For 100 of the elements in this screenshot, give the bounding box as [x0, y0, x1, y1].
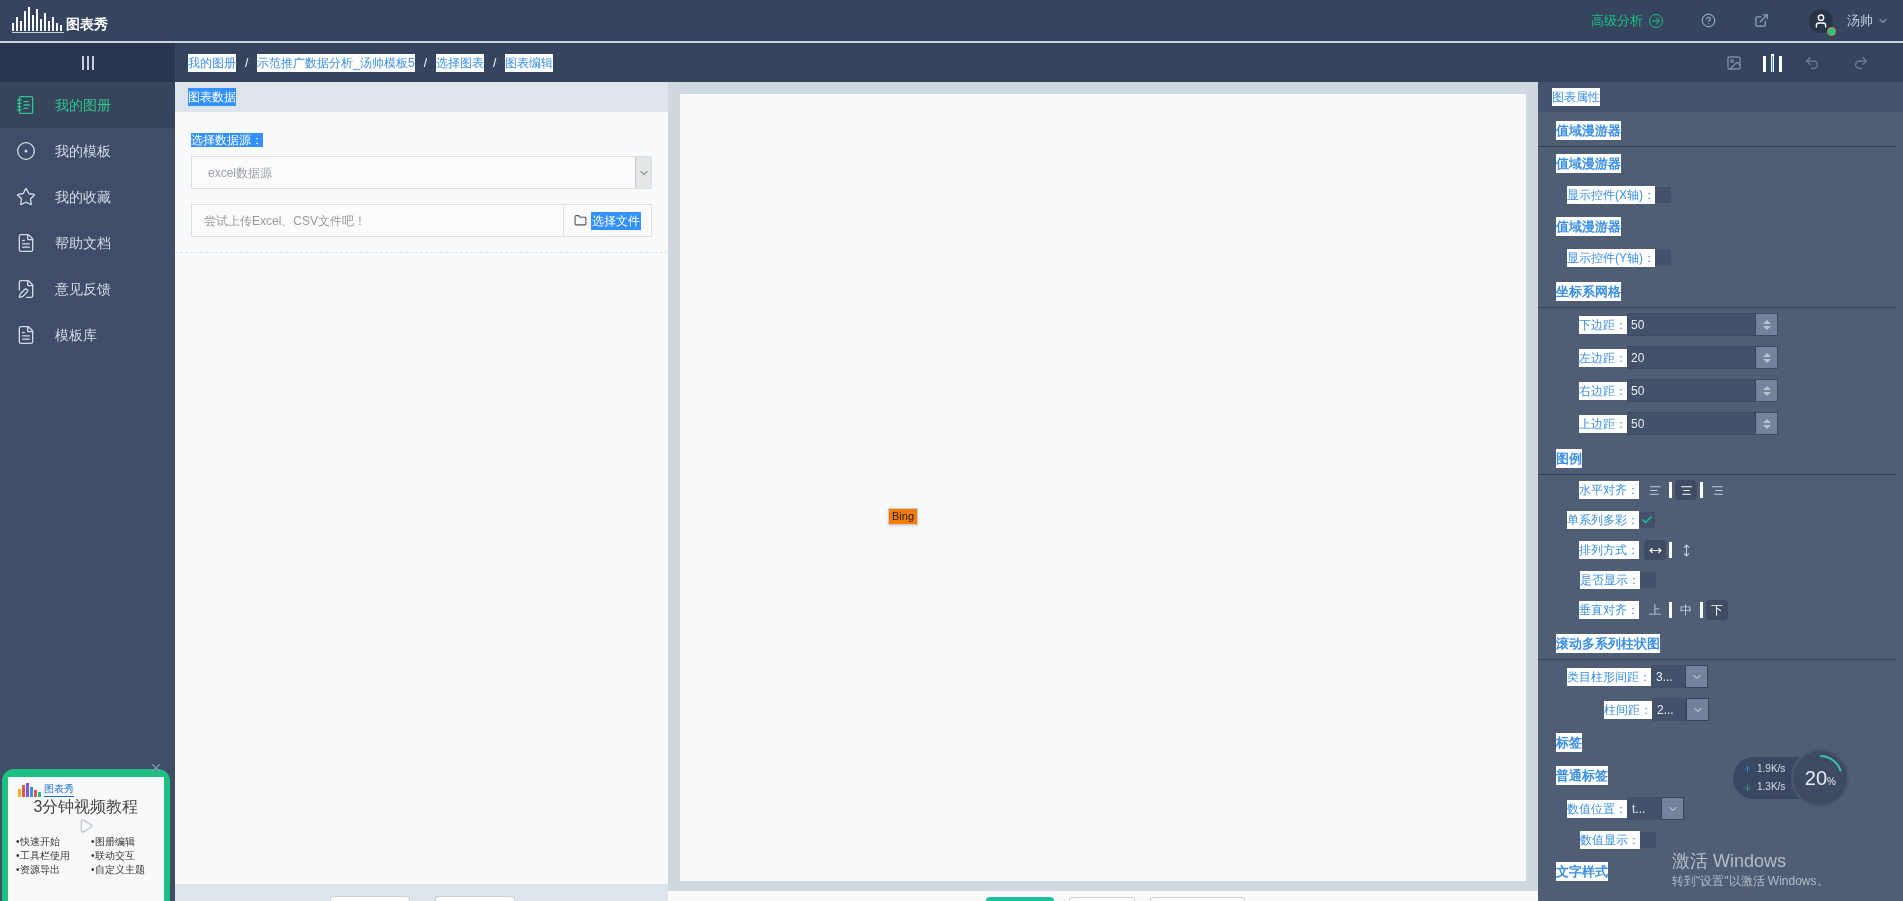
section-title: 坐标系网格: [1556, 281, 1621, 301]
upload-speed: 1.9K/s: [1757, 762, 1786, 776]
star-icon: [16, 187, 36, 207]
number-field[interactable]: 50: [1627, 313, 1778, 336]
tutorial-link[interactable]: •自定义主题: [91, 863, 160, 877]
advanced-analysis-link[interactable]: 高级分析: [1591, 10, 1663, 31]
tutorial-link[interactable]: •图册编辑: [91, 835, 160, 849]
property-label: 下边距：: [1579, 315, 1627, 334]
download-speed: 1.3K/s: [1757, 780, 1786, 794]
tutorial-link[interactable]: •快速开始: [16, 835, 85, 849]
document-icon: [16, 233, 36, 253]
check-icon: [1641, 514, 1653, 526]
undo-icon[interactable]: [1804, 54, 1820, 71]
property-label: 右边距：: [1579, 381, 1627, 400]
activation-notice-title: 激活 Windows: [1672, 850, 1787, 872]
usage-gauge: 20%: [1791, 749, 1850, 807]
property-label: 排列方式：: [1579, 541, 1639, 559]
property-label: 单系列多彩：: [1567, 511, 1639, 529]
bottom-button[interactable]: [435, 896, 515, 901]
document-icon: [16, 325, 36, 345]
select-dropdown[interactable]: t...: [1627, 797, 1684, 820]
property-label: 是否显示：: [1580, 571, 1640, 589]
subsection-title: 标签: [1556, 732, 1582, 753]
breadcrumb-link[interactable]: 我的图册: [188, 53, 236, 72]
stepper-arrows-icon[interactable]: [1762, 318, 1771, 331]
toggle-switch[interactable]: [1640, 832, 1656, 848]
breadcrumb-link[interactable]: 图表编辑: [505, 53, 554, 72]
panel-title: 图表属性: [1552, 88, 1600, 106]
breadcrumb-separator: /: [245, 54, 249, 72]
bing-badge[interactable]: Bing: [888, 508, 919, 525]
card-title: 3分钟视频教程: [33, 797, 139, 817]
sidebar-item[interactable]: 帮助文档: [0, 220, 175, 266]
bottom-button[interactable]: [330, 896, 410, 901]
panel-title: 图表数据: [188, 88, 236, 106]
menu-icon[interactable]: [81, 55, 94, 70]
property-label: 类目柱形间距：: [1567, 667, 1651, 686]
video-tutorial-card[interactable]: 图表秀 3分钟视频教程 •快速开始 •图册编辑 •工具栏使用 •联动交互 •资源导出 •自定义主题: [2, 769, 170, 901]
sidebar-item[interactable]: 我的收藏: [0, 174, 175, 220]
sidebar-item[interactable]: 我的模板: [0, 128, 175, 174]
number-field[interactable]: 50: [1627, 412, 1778, 435]
activation-notice-text: 转到"设置"以激活 Windows。: [1672, 873, 1829, 890]
section-title: 图例: [1556, 448, 1582, 468]
expand-icon[interactable]: [1754, 13, 1769, 28]
avatar[interactable]: [1809, 8, 1833, 33]
folder-icon: [574, 214, 587, 227]
checkbox[interactable]: [1639, 512, 1655, 528]
property-label: 上边距：: [1579, 414, 1627, 433]
document-pen-icon: [16, 279, 36, 299]
section-title: 滚动多系列柱状图: [1556, 633, 1660, 653]
logo-icon: [18, 783, 42, 797]
property-label: 显示控件(X轴)：: [1567, 186, 1655, 204]
breadcrumb-separator: /: [423, 54, 428, 72]
align-option[interactable]: 中: [1675, 600, 1697, 620]
property-label: 垂直对齐：: [1579, 601, 1639, 619]
bar-chart-icon[interactable]: [1763, 53, 1783, 72]
sidebar-item[interactable]: 我的图册: [0, 82, 175, 128]
bottom-button[interactable]: [986, 897, 1054, 901]
toggle-switch[interactable]: [1655, 187, 1671, 203]
align-center-icon[interactable]: [1675, 480, 1697, 500]
album-icon: [16, 95, 36, 115]
stepper-arrows-icon[interactable]: [1762, 351, 1771, 364]
logo-icon: [12, 6, 64, 35]
bottom-button[interactable]: [1069, 897, 1135, 901]
select-dropdown[interactable]: 3...: [1651, 665, 1708, 688]
stepper-arrows-icon[interactable]: [1762, 417, 1771, 430]
subsection-title: 值域漫游器: [1556, 153, 1621, 174]
user-menu[interactable]: 汤帅: [1847, 10, 1889, 31]
toggle-switch[interactable]: [1655, 250, 1671, 266]
sidebar-item[interactable]: 意见反馈: [0, 266, 175, 312]
sidebar-item[interactable]: 模板库: [0, 312, 175, 358]
logo-text: 图表秀: [66, 14, 108, 34]
upload-arrow-icon: [1743, 764, 1752, 774]
bottom-button[interactable]: [1150, 897, 1245, 901]
stepper-arrows-icon[interactable]: [1762, 384, 1771, 397]
toggle-switch[interactable]: [1640, 572, 1656, 588]
image-icon[interactable]: [1726, 54, 1742, 71]
property-label: 左边距：: [1579, 348, 1627, 367]
play-icon[interactable]: [78, 818, 94, 834]
circle-target-icon: [16, 141, 36, 161]
download-arrow-icon: [1743, 782, 1752, 792]
property-label: 数值位置：: [1567, 799, 1627, 818]
tutorial-link[interactable]: •联动交互: [91, 849, 160, 863]
align-option[interactable]: 下: [1706, 600, 1728, 620]
subsection-title: 文字样式: [1556, 861, 1608, 882]
subsection-title: 值域漫游器: [1556, 216, 1621, 237]
tutorial-link[interactable]: •工具栏使用: [16, 849, 85, 863]
section-title: 值域漫游器: [1556, 120, 1621, 140]
breadcrumb-link[interactable]: 示范推广数据分析_汤帅模板5: [257, 53, 415, 72]
help-icon[interactable]: [1701, 13, 1716, 28]
number-field[interactable]: 50: [1627, 379, 1778, 402]
property-label: 数值显示：: [1580, 831, 1640, 849]
redo-icon[interactable]: [1853, 54, 1869, 71]
field-label: 选择数据源：: [191, 133, 263, 147]
number-field[interactable]: 20: [1627, 346, 1778, 369]
upload-field[interactable]: 尝试上传Excel、CSV文件吧！: [191, 204, 564, 237]
select-dropdown[interactable]: 2...: [1652, 698, 1709, 721]
align-option[interactable]: 上: [1644, 600, 1666, 620]
brand-text: 图表秀: [44, 781, 74, 797]
breadcrumb-link[interactable]: 选择图表: [436, 53, 485, 72]
tutorial-link[interactable]: •资源导出: [16, 863, 85, 877]
